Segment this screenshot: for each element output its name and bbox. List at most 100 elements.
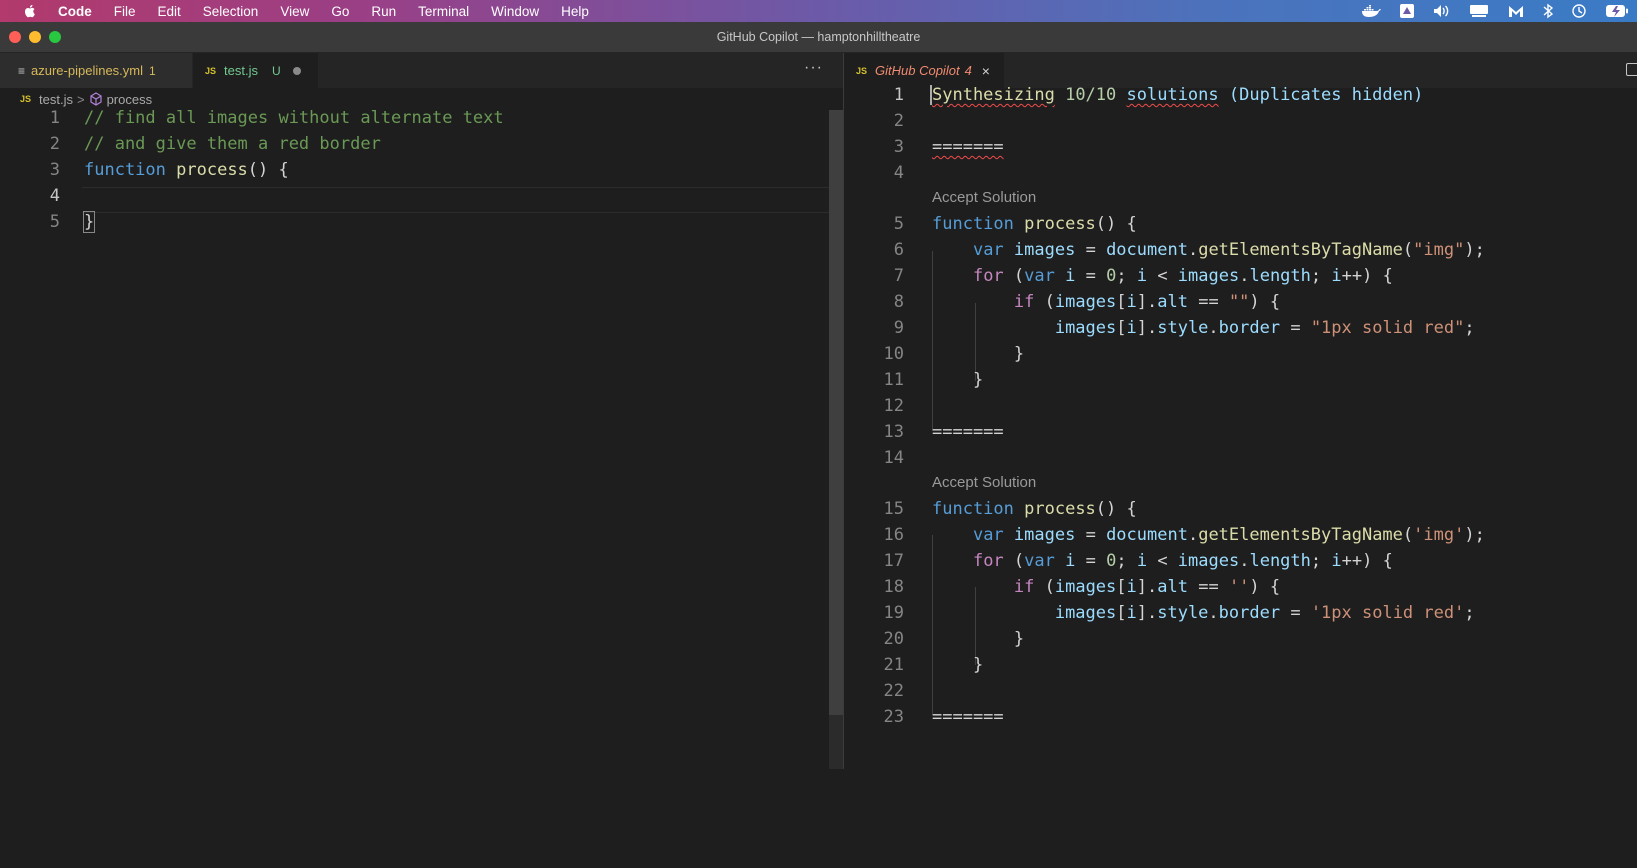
left-code-editor[interactable]: 1 2 3 4 5 // find all images without alt… [0, 108, 843, 769]
tab-github-copilot[interactable]: JS GitHub Copilot 4 × [844, 53, 1004, 88]
code-variable: document [1106, 240, 1188, 260]
code-line: for (var i = 0; i < images.length; i++) … [972, 551, 1393, 571]
js-file-icon: JS [20, 94, 32, 104]
breadcrumb: JS test.js > process [0, 88, 843, 110]
display-icon[interactable] [1469, 4, 1489, 18]
code-string: '1px solid red' [1310, 603, 1465, 623]
code-line: images[i].style.border = "1px solid red"… [1054, 318, 1475, 338]
code-variable: images [1177, 551, 1240, 571]
line-number: 14 [883, 448, 904, 468]
line-number: 4 [49, 186, 60, 206]
code-function-name: process [1024, 499, 1096, 519]
accept-solution-link[interactable]: Accept Solution [932, 474, 1036, 491]
line-number: 3 [893, 137, 904, 157]
breadcrumb-symbol[interactable]: process [107, 92, 153, 107]
code-line: } [932, 655, 984, 675]
code-line: } [932, 344, 1025, 364]
menu-window[interactable]: Window [491, 4, 539, 19]
menu-go[interactable]: Go [331, 4, 349, 19]
code-string: "1px solid red" [1310, 318, 1465, 338]
current-line-highlight [82, 187, 843, 213]
time-machine-icon[interactable] [1571, 3, 1587, 19]
code-word: Synthesizing [930, 85, 1055, 105]
breadcrumb-file[interactable]: test.js [39, 92, 73, 107]
code-property: border [1218, 603, 1281, 623]
code-property: alt [1157, 577, 1188, 597]
copilot-solutions-editor[interactable]: 1 2 3 4 5 6 7 8 9 10 11 12 13 14 15 16 17 18 19 20 21 22 23 Sy… [844, 85, 1637, 769]
menu-run[interactable]: Run [371, 4, 396, 19]
code-line: for (var i = 0; i < images.length; i++) … [972, 266, 1393, 286]
line-number: 6 [893, 240, 904, 260]
code-comment: // and give them a red border [84, 134, 381, 154]
scrollbar-thumb[interactable] [829, 110, 843, 715]
code-variable: images [1054, 603, 1117, 623]
code-line: Synthesizing 10/10 solutions (Duplicates… [930, 85, 1423, 105]
accept-solution-link[interactable]: Accept Solution [932, 189, 1036, 206]
tab-test-js[interactable]: JS test.js U [193, 53, 318, 88]
js-file-icon: JS [205, 65, 217, 76]
code-line: var images = document.getElementsByTagNa… [972, 525, 1485, 545]
code-function-name: process [1024, 214, 1096, 234]
apple-icon[interactable] [22, 3, 38, 19]
more-actions-icon[interactable]: ··· [804, 59, 823, 77]
code-number: 0 [1106, 551, 1117, 571]
code-property: border [1218, 318, 1281, 338]
code-keyword: if [1013, 577, 1035, 597]
code-variable: i [1065, 266, 1076, 286]
line-number: 2 [893, 111, 904, 131]
volume-icon[interactable] [1433, 4, 1451, 18]
code-keyword: var [1024, 551, 1055, 571]
code-word: (Duplicates hidden) [1228, 85, 1424, 105]
code-variable: i [1136, 266, 1148, 286]
js-file-icon: JS [856, 65, 868, 76]
git-status-badge: U [271, 63, 281, 78]
code-keyword: var [1024, 266, 1055, 286]
code-property: alt [1157, 292, 1188, 312]
tab-azure-pipelines[interactable]: ≡ azure-pipelines.yml 1 [0, 53, 192, 88]
left-tab-bar: ≡ azure-pipelines.yml 1 JS test.js U ··· [0, 53, 843, 88]
solution-separator: ======= [932, 422, 1004, 442]
status-tray [1361, 0, 1629, 22]
code-word: solutions [1126, 85, 1219, 105]
code-keyword: if [1013, 292, 1035, 312]
unsaved-dot-icon[interactable] [292, 66, 301, 75]
code-variable: images [1054, 577, 1117, 597]
code-string: "" [1228, 292, 1250, 312]
left-vertical-scrollbar[interactable] [829, 110, 843, 769]
code-variable: i [1126, 577, 1137, 597]
menu-terminal[interactable]: Terminal [418, 4, 469, 19]
menu-app-name[interactable]: Code [58, 4, 92, 19]
battery-icon[interactable] [1605, 4, 1629, 18]
code-keyword: function [932, 499, 1014, 519]
menu-file[interactable]: File [114, 4, 136, 19]
macos-menu-bar: Code File Edit Selection View Go Run Ter… [0, 0, 1637, 22]
line-number: 9 [893, 318, 904, 338]
code-variable: i [1065, 551, 1076, 571]
menu-selection[interactable]: Selection [203, 4, 259, 19]
docker-icon[interactable] [1361, 4, 1381, 18]
line-number: 20 [883, 629, 904, 649]
code-variable: images [1013, 240, 1076, 260]
menu-edit[interactable]: Edit [158, 4, 181, 19]
code-line: var images = document.getElementsByTagNa… [972, 240, 1485, 260]
line-number: 22 [883, 681, 904, 701]
code-method: getElementsByTagName [1198, 525, 1403, 545]
code-string: 'img' [1413, 525, 1465, 545]
code-property: length [1249, 266, 1311, 286]
code-property: style [1157, 603, 1209, 623]
code-number: 10/10 [1065, 85, 1117, 105]
code-property: style [1157, 318, 1209, 338]
close-tab-icon[interactable]: × [982, 63, 990, 79]
malwarebytes-icon[interactable] [1507, 3, 1525, 19]
method-cube-icon [89, 92, 102, 106]
line-number: 16 [883, 525, 904, 545]
bluetooth-icon[interactable] [1543, 3, 1553, 19]
solution-separator: ======= [932, 137, 1004, 157]
split-editor-icon[interactable] [1626, 63, 1637, 76]
menu-help[interactable]: Help [561, 4, 589, 19]
code-line: images[i].style.border = '1px solid red'… [1054, 603, 1475, 623]
code-line: if (images[i].alt == "") { [1013, 292, 1281, 312]
line-number: 10 [883, 344, 904, 364]
drive-icon[interactable] [1399, 3, 1415, 19]
menu-view[interactable]: View [280, 4, 309, 19]
